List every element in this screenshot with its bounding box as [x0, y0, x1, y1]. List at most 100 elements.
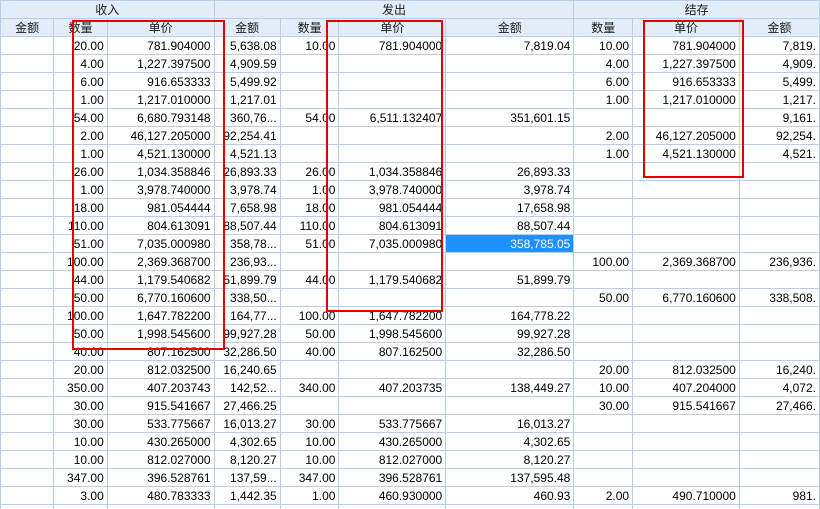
table-row[interactable]: 50.006,770.160600338,50...50.006,770.160…: [1, 289, 820, 307]
cell-issue-amount-pre[interactable]: 236,93...: [214, 253, 280, 271]
cell-income-amount[interactable]: [1, 415, 54, 433]
cell-issue-qty[interactable]: 10.00: [280, 433, 339, 451]
cell-balance-qty[interactable]: 100.00: [574, 253, 633, 271]
cell-issue-amount-pre[interactable]: 4,909.59: [214, 55, 280, 73]
cell-issue-price[interactable]: 407.203735: [339, 379, 446, 397]
cell-income-amount[interactable]: [1, 145, 54, 163]
cell-issue-price[interactable]: [339, 73, 446, 91]
cell-balance-price[interactable]: 915.541667: [633, 397, 740, 415]
cell-income-qty[interactable]: 54.00: [54, 109, 107, 127]
cell-balance-price[interactable]: 916.653333: [633, 73, 740, 91]
cell-income-qty[interactable]: 30.00: [54, 415, 107, 433]
cell-issue-amount[interactable]: 4,122.39: [446, 505, 574, 509]
cell-balance-amount[interactable]: [739, 433, 819, 451]
cell-issue-amount-pre[interactable]: 1,442.35: [214, 487, 280, 505]
cell-issue-amount-pre[interactable]: 142,52...: [214, 379, 280, 397]
cell-balance-amount[interactable]: [739, 505, 819, 509]
cell-balance-price[interactable]: [633, 343, 740, 361]
cell-income-price[interactable]: 430.265000: [107, 433, 214, 451]
cell-issue-amount[interactable]: 8,120.27: [446, 451, 574, 469]
cell-issue-price[interactable]: [339, 55, 446, 73]
table-row[interactable]: 1.003,978.7400003,978.741.003,978.740000…: [1, 181, 820, 199]
cell-income-qty[interactable]: 347.00: [54, 469, 107, 487]
cell-balance-qty[interactable]: [574, 451, 633, 469]
cell-income-price[interactable]: 4,521.130000: [107, 145, 214, 163]
cell-issue-price[interactable]: [339, 91, 446, 109]
cell-income-price[interactable]: 1,647.782200: [107, 307, 214, 325]
cell-balance-qty[interactable]: 30.00: [574, 397, 633, 415]
cell-issue-amount-pre[interactable]: 360,76...: [214, 109, 280, 127]
cell-issue-qty[interactable]: 20.00: [280, 505, 339, 509]
cell-issue-qty[interactable]: 26.00: [280, 163, 339, 181]
cell-income-qty[interactable]: 30.00: [54, 397, 107, 415]
cell-income-price[interactable]: 6,680.793148: [107, 109, 214, 127]
cell-balance-price[interactable]: 407.204000: [633, 379, 740, 397]
cell-issue-amount-pre[interactable]: 358,78...: [214, 235, 280, 253]
table-row[interactable]: 20.00206.1195004,122.3920.00206.1195004,…: [1, 505, 820, 509]
cell-income-qty[interactable]: 100.00: [54, 253, 107, 271]
cell-issue-price[interactable]: 3,978.740000: [339, 181, 446, 199]
cell-issue-qty[interactable]: 18.00: [280, 199, 339, 217]
table-row[interactable]: 100.002,369.368700236,93...100.002,369.3…: [1, 253, 820, 271]
cell-income-qty[interactable]: 2.00: [54, 127, 107, 145]
cell-issue-qty[interactable]: [280, 55, 339, 73]
cell-income-qty[interactable]: 6.00: [54, 73, 107, 91]
table-row[interactable]: 4.001,227.3975004,909.594.001,227.397500…: [1, 55, 820, 73]
cell-issue-price[interactable]: 206.119500: [339, 505, 446, 509]
cell-balance-qty[interactable]: 20.00: [574, 361, 633, 379]
cell-issue-amount[interactable]: [446, 145, 574, 163]
cell-balance-amount[interactable]: 236,936.: [739, 253, 819, 271]
cell-issue-qty[interactable]: 1.00: [280, 487, 339, 505]
cell-balance-amount[interactable]: 7,819.: [739, 37, 819, 55]
cell-balance-price[interactable]: [633, 235, 740, 253]
cell-issue-amount[interactable]: 164,778.22: [446, 307, 574, 325]
cell-income-price[interactable]: 1,034.358846: [107, 163, 214, 181]
cell-income-amount[interactable]: [1, 73, 54, 91]
cell-balance-amount[interactable]: [739, 217, 819, 235]
cell-balance-qty[interactable]: [574, 163, 633, 181]
cell-income-price[interactable]: 1,179.540682: [107, 271, 214, 289]
table-row[interactable]: 1.004,521.1300004,521.131.004,521.130000…: [1, 145, 820, 163]
cell-issue-amount[interactable]: [446, 361, 574, 379]
cell-income-amount[interactable]: [1, 199, 54, 217]
cell-income-qty[interactable]: 50.00: [54, 325, 107, 343]
cell-balance-price[interactable]: 4,521.130000: [633, 145, 740, 163]
cell-income-price[interactable]: 2,369.368700: [107, 253, 214, 271]
cell-issue-amount[interactable]: [446, 91, 574, 109]
cell-balance-qty[interactable]: 6.00: [574, 73, 633, 91]
cell-issue-amount[interactable]: 137,595.48: [446, 469, 574, 487]
table-row[interactable]: 50.001,998.54560099,927.2850.001,998.545…: [1, 325, 820, 343]
cell-income-amount[interactable]: [1, 181, 54, 199]
table-row[interactable]: 347.00396.528761137,59...347.00396.52876…: [1, 469, 820, 487]
cell-income-qty[interactable]: 1.00: [54, 145, 107, 163]
cell-issue-qty[interactable]: 10.00: [280, 37, 339, 55]
cell-income-amount[interactable]: [1, 325, 54, 343]
cell-issue-amount[interactable]: 51,899.79: [446, 271, 574, 289]
cell-issue-amount[interactable]: 26,893.33: [446, 163, 574, 181]
cell-balance-price[interactable]: [633, 451, 740, 469]
cell-income-amount[interactable]: [1, 487, 54, 505]
table-row[interactable]: 40.00807.16250032,286.5040.00807.1625003…: [1, 343, 820, 361]
cell-balance-qty[interactable]: 1.00: [574, 91, 633, 109]
table-row[interactable]: 100.001,647.782200164,77...100.001,647.7…: [1, 307, 820, 325]
table-row[interactable]: 30.00533.77566716,013.2730.00533.7756671…: [1, 415, 820, 433]
cell-issue-qty[interactable]: 51.00: [280, 235, 339, 253]
table-row[interactable]: 3.00480.7833331,442.351.00460.930000460.…: [1, 487, 820, 505]
cell-income-amount[interactable]: [1, 433, 54, 451]
cell-balance-amount[interactable]: 9,161.: [739, 109, 819, 127]
table-row[interactable]: 350.00407.203743142,52...340.00407.20373…: [1, 379, 820, 397]
cell-issue-price[interactable]: 981.054444: [339, 199, 446, 217]
cell-balance-qty[interactable]: [574, 109, 633, 127]
cell-income-price[interactable]: 206.119500: [107, 505, 214, 509]
table-row[interactable]: 10.00812.0270008,120.2710.00812.0270008,…: [1, 451, 820, 469]
cell-issue-amount-pre[interactable]: 164,77...: [214, 307, 280, 325]
cell-issue-price[interactable]: 1,998.545600: [339, 325, 446, 343]
cell-income-price[interactable]: 981.054444: [107, 199, 214, 217]
cell-issue-amount[interactable]: 351,601.15: [446, 109, 574, 127]
cell-balance-price[interactable]: 2,369.368700: [633, 253, 740, 271]
cell-income-price[interactable]: 812.027000: [107, 451, 214, 469]
cell-balance-amount[interactable]: [739, 451, 819, 469]
cell-balance-price[interactable]: 1,227.397500: [633, 55, 740, 73]
cell-balance-qty[interactable]: [574, 415, 633, 433]
table-row[interactable]: 110.00804.61309188,507.44110.00804.61309…: [1, 217, 820, 235]
